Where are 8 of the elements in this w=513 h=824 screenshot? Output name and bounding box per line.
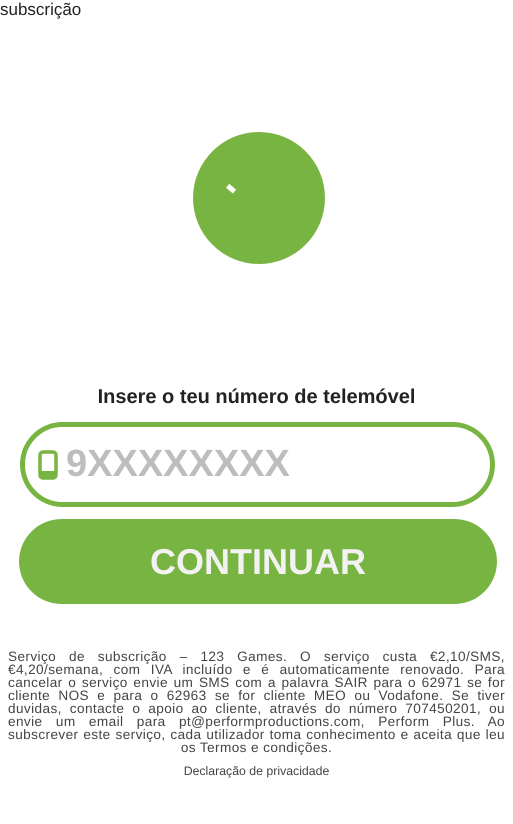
- phone-input-field[interactable]: 9XXXXXXXX: [20, 422, 495, 507]
- loading-spinner-icon: [192, 132, 324, 264]
- terms-text: Serviço de subscrição – 123 Games. O serviço custa €2,10/SMS, €4,20/semana, com IVA incluído e é automaticamente renovado. Para cancelar o serviço envie um SMS com a palavra SAIR para o 62971 se for cliente NOS e para o 62963 se for cliente MEO ou Vodafone. Se tiver duvidas, contacte o apoio ao cliente, através do número 707450201, ou envie um email para pt@performproductions.com, Perform Plus. Ao subscrever este serviço, cada utilizador toma conhecimento e aceita que leu os Termos e condições.: [8, 650, 505, 754]
- privacy-link[interactable]: Declaração de privacidade: [184, 764, 330, 778]
- phone-icon: [38, 450, 58, 480]
- phone-input[interactable]: 9XXXXXXXX: [66, 443, 446, 486]
- phone-prompt: Insere o teu número de telemóvel: [96, 386, 416, 409]
- page-title: subscrição: [0, 0, 82, 20]
